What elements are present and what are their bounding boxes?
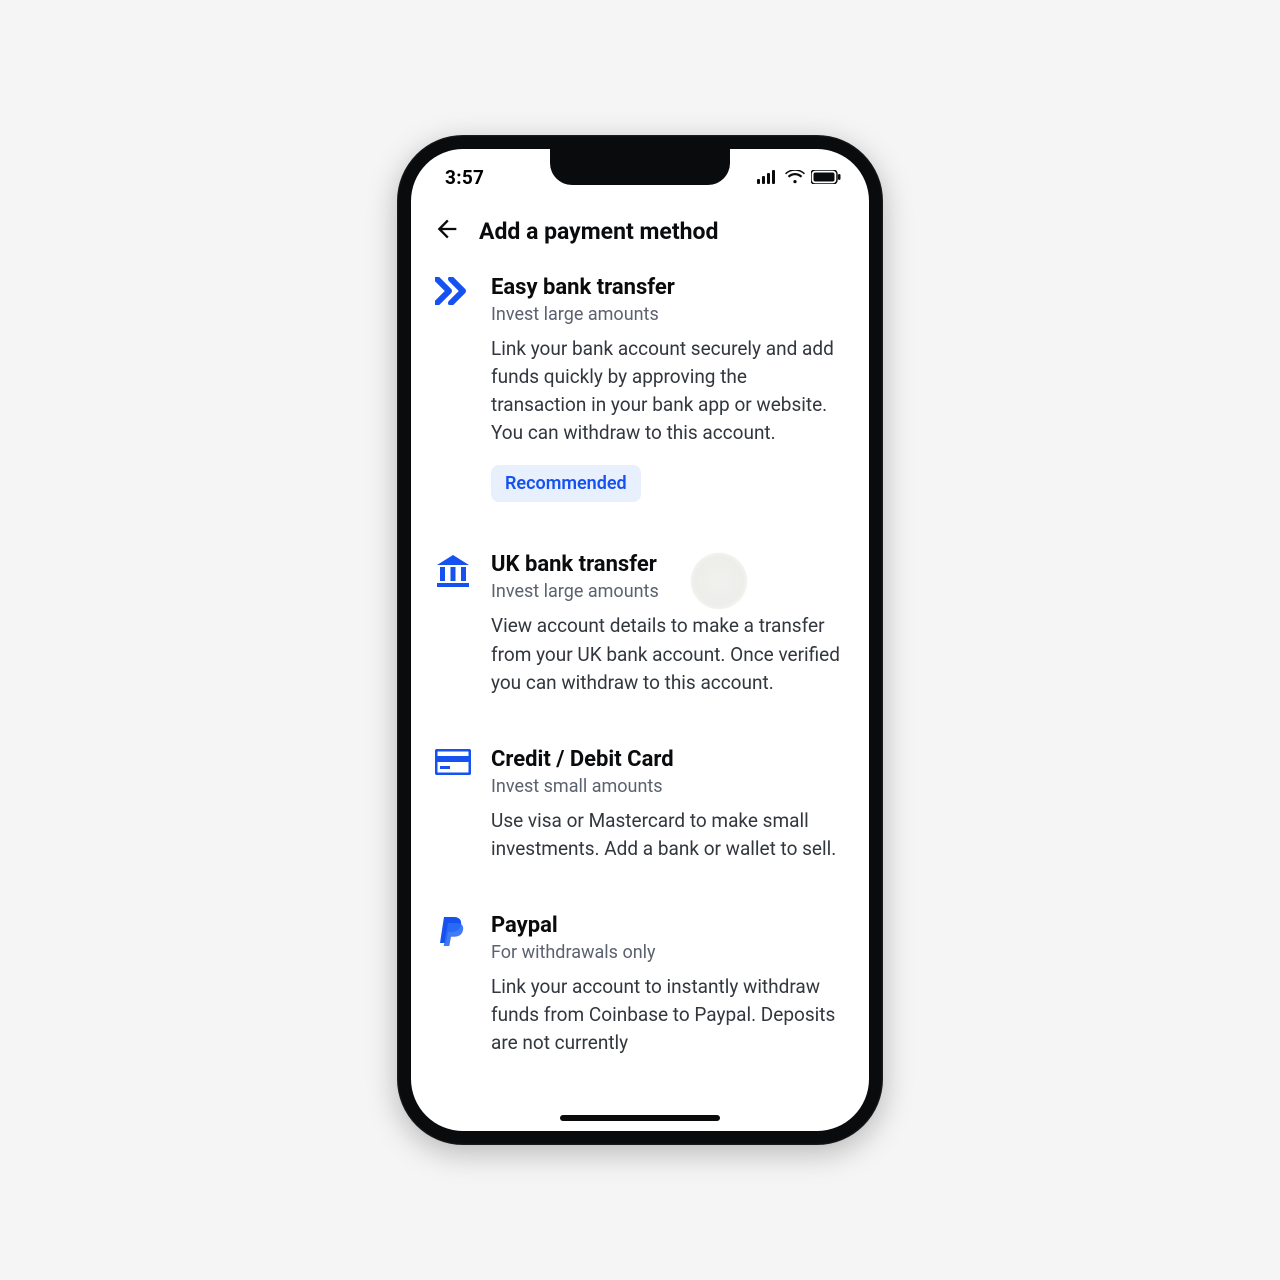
back-button[interactable]	[433, 215, 461, 247]
item-subtitle: Invest small amounts	[491, 776, 847, 797]
item-title: Credit / Debit Card	[491, 747, 847, 772]
item-description: View account details to make a transfer …	[491, 612, 847, 696]
item-description: Use visa or Mastercard to make small inv…	[491, 807, 847, 863]
item-title: Easy bank transfer	[491, 275, 847, 300]
header: Add a payment method	[411, 205, 869, 265]
phone-frame: 3:57	[397, 135, 883, 1145]
notch	[550, 149, 730, 185]
item-subtitle: Invest large amounts	[491, 581, 847, 602]
item-uk-bank-transfer[interactable]: UK bank transfer Invest large amounts Vi…	[433, 530, 847, 724]
screen: 3:57	[411, 149, 869, 1131]
item-subtitle: For withdrawals only	[491, 942, 847, 963]
item-description: Link your bank account securely and add …	[491, 335, 847, 447]
touch-indicator	[691, 553, 747, 609]
cellular-icon	[757, 170, 779, 184]
payment-method-list: Easy bank transfer Invest large amounts …	[411, 265, 869, 1117]
status-time: 3:57	[445, 166, 484, 189]
wifi-icon	[785, 170, 805, 184]
paypal-icon	[438, 915, 468, 953]
recommended-badge: Recommended	[491, 465, 641, 502]
card-icon	[435, 749, 471, 779]
item-description: Link your account to instantly withdraw …	[491, 973, 847, 1057]
status-right	[757, 170, 841, 184]
home-indicator	[560, 1115, 720, 1121]
item-subtitle: Invest large amounts	[491, 304, 847, 325]
item-credit-debit-card[interactable]: Credit / Debit Card Invest small amounts…	[433, 725, 847, 891]
item-paypal[interactable]: Paypal For withdrawals only Link your ac…	[433, 891, 847, 1117]
item-title: Paypal	[491, 913, 847, 938]
bank-icon	[436, 554, 470, 592]
page-title: Add a payment method	[479, 218, 718, 245]
battery-icon	[811, 170, 841, 184]
item-easy-bank-transfer[interactable]: Easy bank transfer Invest large amounts …	[433, 265, 847, 530]
item-title: UK bank transfer	[491, 552, 847, 577]
double-chevron-icon	[435, 277, 471, 309]
